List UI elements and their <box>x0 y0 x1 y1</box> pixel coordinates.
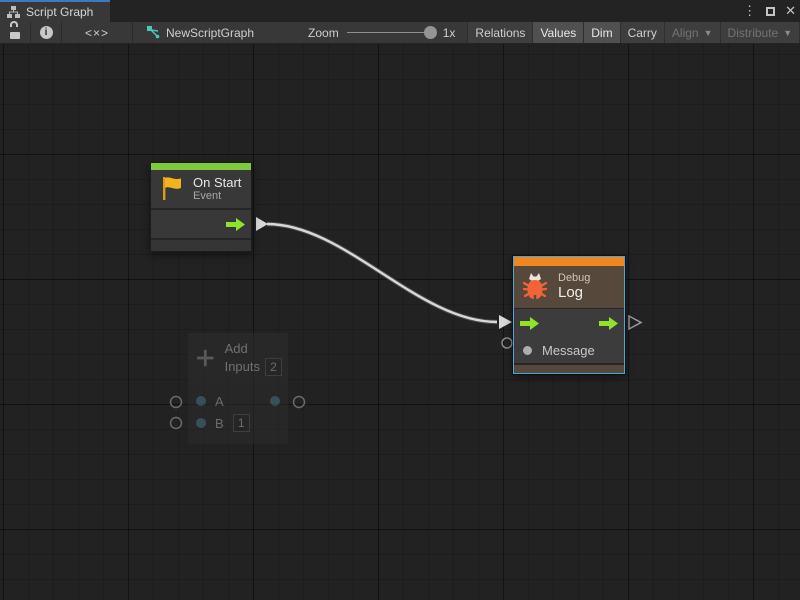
plus-icon <box>196 341 215 375</box>
on-start-footer <box>151 240 251 251</box>
code-preview-button[interactable]: <×> <box>62 22 132 43</box>
on-start-accent-bar <box>151 163 251 170</box>
node-on-start[interactable]: On Start Event <box>150 162 252 252</box>
window-titlebar: Script Graph ⋮ ✕ <box>0 0 800 22</box>
flag-icon <box>159 175 185 202</box>
tab-title: Script Graph <box>26 5 93 19</box>
debug-log-footer <box>514 363 624 373</box>
zoom-slider-handle[interactable] <box>424 26 437 39</box>
align-label: Align <box>672 26 699 40</box>
add-port-b-field[interactable]: 1 <box>233 414 250 432</box>
toolbar-button-distribute[interactable]: Distribute ▼ <box>720 22 800 43</box>
debug-log-accent-bar <box>514 257 624 266</box>
info-icon: i <box>40 26 53 39</box>
toolbar-button-carry[interactable]: Carry <box>620 22 664 43</box>
message-port-target-icon <box>502 338 512 348</box>
graph-name-breadcrumb[interactable]: NewScriptGraph <box>133 26 266 40</box>
distribute-label: Distribute <box>728 26 779 40</box>
add-port-b[interactable] <box>196 418 206 428</box>
graph-name-label: NewScriptGraph <box>166 26 254 40</box>
add-port-b-label: B <box>215 416 224 431</box>
chevron-down-icon: ▼ <box>704 28 713 38</box>
wire-end-arrow-icon <box>499 315 512 329</box>
add-output-target-icon <box>294 397 305 408</box>
bug-icon <box>521 271 549 302</box>
close-icon[interactable]: ✕ <box>785 0 796 22</box>
on-start-title: On Start <box>193 175 241 190</box>
maximize-icon[interactable] <box>766 7 775 16</box>
lock-button[interactable] <box>0 22 30 43</box>
node-debug-log[interactable]: Debug Log Message <box>513 256 625 374</box>
message-port-label: Message <box>542 343 595 358</box>
toolbar-button-relations[interactable]: Relations <box>467 22 532 43</box>
graph-canvas[interactable]: On Start Event Debug Log <box>0 44 800 600</box>
tab-script-graph[interactable]: Script Graph <box>0 0 110 22</box>
window-menu-icon[interactable]: ⋮ <box>743 0 756 22</box>
inspect-button[interactable]: i <box>31 22 61 43</box>
toolbar-button-dim[interactable]: Dim <box>583 22 619 43</box>
connection-layer <box>0 44 800 600</box>
message-input-port[interactable] <box>523 346 532 355</box>
add-output-port[interactable] <box>270 396 280 406</box>
debug-log-title: Log <box>558 284 590 301</box>
graph-asset-icon <box>147 26 160 39</box>
script-graph-icon <box>7 6 20 19</box>
zoom-label: Zoom <box>308 26 339 40</box>
node-add[interactable]: Add Inputs 2 A B 1 <box>188 333 288 444</box>
log-output-target-icon <box>629 316 641 329</box>
add-title: Add <box>225 341 282 356</box>
toolbar-button-values[interactable]: Values <box>532 22 583 43</box>
add-port-a-target-icon <box>171 397 182 408</box>
add-inputs-label: Inputs <box>225 359 260 374</box>
zoom-value: 1x <box>443 26 456 40</box>
chevron-down-icon: ▼ <box>783 28 792 38</box>
on-start-exec-output-port[interactable] <box>226 218 245 231</box>
log-exec-output-port[interactable] <box>599 317 618 330</box>
code-icon: <×> <box>85 26 109 40</box>
add-inputs-count-field[interactable]: 2 <box>265 358 282 376</box>
zoom-slider[interactable] <box>347 32 435 33</box>
toolbar-button-align[interactable]: Align ▼ <box>664 22 720 43</box>
add-port-a[interactable] <box>196 396 206 406</box>
graph-toolbar: i <×> NewScriptGraph Zoom 1x Relations V… <box>0 22 800 44</box>
wire-onstart-to-log <box>267 224 497 322</box>
debug-log-subtitle: Debug <box>558 272 590 284</box>
add-port-a-label: A <box>215 394 224 409</box>
lock-icon <box>10 27 20 39</box>
wire-start-arrow-icon <box>256 217 268 231</box>
on-start-subtitle: Event <box>193 190 241 202</box>
log-exec-input-port[interactable] <box>520 317 539 330</box>
add-port-b-target-icon <box>171 418 182 429</box>
